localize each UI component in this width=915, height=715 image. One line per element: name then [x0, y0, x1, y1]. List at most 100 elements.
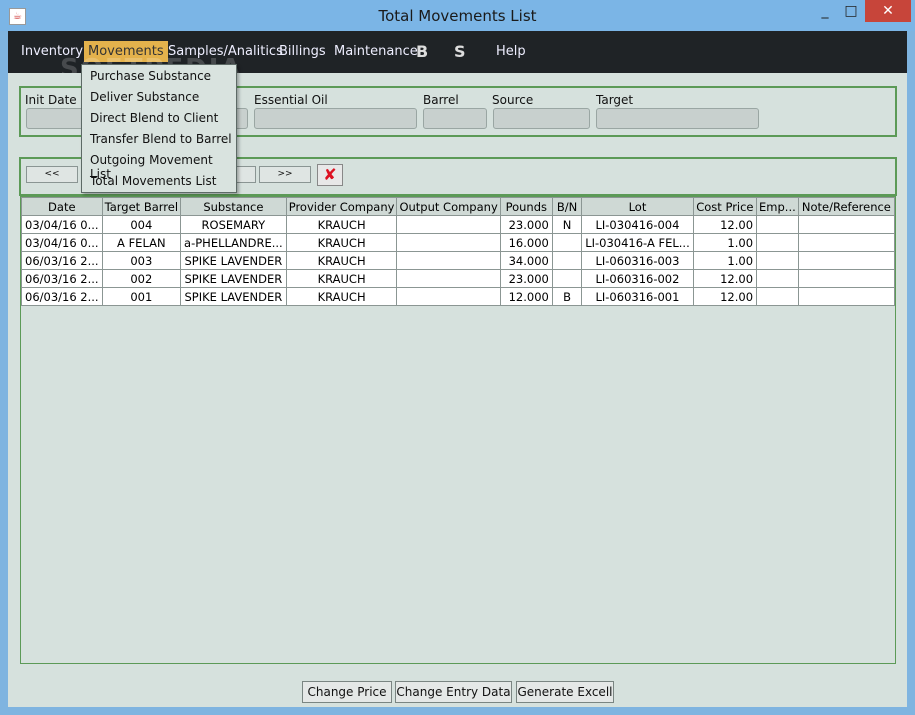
table-header-row: Date Target Barrel Substance Provider Co… [21, 197, 896, 216]
col-emp[interactable]: Emp... [756, 197, 799, 216]
cell-target-barrel[interactable]: 001 [101, 287, 182, 306]
close-button[interactable]: ✕ [865, 0, 911, 22]
cell-output[interactable] [396, 233, 501, 252]
cell-target-barrel[interactable]: 003 [101, 251, 182, 270]
cell-provider[interactable]: KRAUCH [285, 233, 398, 252]
cell-bn[interactable]: B [551, 287, 583, 306]
menu-help[interactable]: Help [496, 44, 526, 59]
cell-lot[interactable]: LI-030416-A FEL... [581, 233, 694, 252]
menu-item-transfer-blend[interactable]: Transfer Blend to Barrel [90, 132, 232, 146]
cell-emp[interactable] [756, 215, 799, 234]
menu-billings[interactable]: Billings [279, 44, 326, 59]
cell-provider[interactable]: KRAUCH [285, 269, 398, 288]
cell-output[interactable] [396, 287, 501, 306]
cell-provider[interactable]: KRAUCH [285, 251, 398, 270]
cell-cost-price[interactable]: 12.00 [692, 215, 758, 234]
barrel-field[interactable] [423, 108, 487, 129]
cell-pounds[interactable]: 34.000 [499, 251, 553, 270]
cell-target-barrel[interactable]: A FELAN [101, 233, 182, 252]
cell-date[interactable]: 03/04/16 0... [21, 215, 103, 234]
cell-pounds[interactable]: 12.000 [499, 287, 553, 306]
cell-pounds[interactable]: 16.000 [499, 233, 553, 252]
cell-cost-price[interactable]: 1.00 [692, 233, 758, 252]
cell-provider[interactable]: KRAUCH [285, 287, 398, 306]
target-field[interactable] [596, 108, 759, 129]
col-substance[interactable]: Substance [180, 197, 287, 216]
maximize-button[interactable]: □ [838, 0, 864, 22]
cell-cost-price[interactable]: 12.00 [692, 287, 758, 306]
cell-pounds[interactable]: 23.000 [499, 215, 553, 234]
cell-output[interactable] [396, 215, 501, 234]
table-row[interactable]: 06/03/16 2... 001 SPIKE LAVENDER KRAUCH … [21, 287, 896, 306]
table-row[interactable]: 06/03/16 2... 003 SPIKE LAVENDER KRAUCH … [21, 251, 896, 270]
change-entry-data-button[interactable]: Change Entry Data [395, 681, 512, 703]
cell-emp[interactable] [756, 233, 799, 252]
cell-note[interactable] [797, 287, 896, 306]
col-target-barrel[interactable]: Target Barrel [101, 197, 182, 216]
cell-emp[interactable] [756, 287, 799, 306]
cell-bn[interactable]: N [551, 215, 583, 234]
menu-s-icon[interactable]: S [454, 42, 466, 61]
col-bn[interactable]: B/N [551, 197, 583, 216]
cell-lot[interactable]: LI-060316-002 [581, 269, 694, 288]
cell-emp[interactable] [756, 251, 799, 270]
cell-substance[interactable]: a-PHELLANDRE... [180, 233, 287, 252]
menu-maintenance[interactable]: Maintenance [334, 44, 418, 59]
next-button[interactable]: >> [259, 166, 311, 183]
cell-bn[interactable] [551, 269, 583, 288]
cell-note[interactable] [797, 269, 896, 288]
change-price-button[interactable]: Change Price [302, 681, 392, 703]
cell-substance[interactable]: SPIKE LAVENDER [180, 269, 287, 288]
cell-substance[interactable]: SPIKE LAVENDER [180, 287, 287, 306]
menu-b-icon[interactable]: B [416, 42, 428, 61]
col-cost-price[interactable]: Cost Price [692, 197, 758, 216]
cell-lot[interactable]: LI-060316-003 [581, 251, 694, 270]
minimize-button[interactable]: _ [812, 0, 838, 22]
cell-emp[interactable] [756, 269, 799, 288]
menu-item-total-movements[interactable]: Total Movements List [90, 174, 216, 188]
cell-pounds[interactable]: 23.000 [499, 269, 553, 288]
cell-substance[interactable]: ROSEMARY [180, 215, 287, 234]
table-row[interactable]: 06/03/16 2... 002 SPIKE LAVENDER KRAUCH … [21, 269, 896, 288]
col-output-company[interactable]: Output Company [396, 197, 501, 216]
delete-icon[interactable]: ✘ [317, 164, 343, 186]
menu-item-deliver-substance[interactable]: Deliver Substance [90, 90, 199, 104]
init-date-label: Init Date [25, 93, 77, 107]
title-bar: ☕ Total Movements List _ □ ✕ [0, 0, 915, 31]
window-title: Total Movements List [378, 7, 537, 25]
cell-date[interactable]: 03/04/16 0... [21, 233, 103, 252]
col-pounds[interactable]: Pounds [499, 197, 553, 216]
cell-output[interactable] [396, 251, 501, 270]
cell-target-barrel[interactable]: 004 [101, 215, 182, 234]
menu-item-purchase-substance[interactable]: Purchase Substance [90, 69, 211, 83]
cell-provider[interactable]: KRAUCH [285, 215, 398, 234]
cell-lot[interactable]: LI-060316-001 [581, 287, 694, 306]
cell-cost-price[interactable]: 1.00 [692, 251, 758, 270]
cell-output[interactable] [396, 269, 501, 288]
source-field[interactable] [493, 108, 590, 129]
cell-date[interactable]: 06/03/16 2... [21, 251, 103, 270]
cell-cost-price[interactable]: 12.00 [692, 269, 758, 288]
cell-bn[interactable] [551, 233, 583, 252]
col-provider-company[interactable]: Provider Company [285, 197, 398, 216]
table-row[interactable]: 03/04/16 0... 004 ROSEMARY KRAUCH 23.000… [21, 215, 896, 234]
menu-item-direct-blend[interactable]: Direct Blend to Client [90, 111, 218, 125]
prev-button[interactable]: << [26, 166, 78, 183]
movements-table[interactable]: Date Target Barrel Substance Provider Co… [20, 196, 896, 664]
cell-substance[interactable]: SPIKE LAVENDER [180, 251, 287, 270]
table-row[interactable]: 03/04/16 0... A FELAN a-PHELLANDRE... KR… [21, 233, 896, 252]
cell-note[interactable] [797, 251, 896, 270]
generate-excell-button[interactable]: Generate Excell [516, 681, 614, 703]
cell-bn[interactable] [551, 251, 583, 270]
cell-date[interactable]: 06/03/16 2... [21, 269, 103, 288]
cell-note[interactable] [797, 215, 896, 234]
cell-date[interactable]: 06/03/16 2... [21, 287, 103, 306]
cell-lot[interactable]: LI-030416-004 [581, 215, 694, 234]
col-note-reference[interactable]: Note/Reference [797, 197, 896, 216]
barrel-label: Barrel [423, 93, 459, 107]
cell-target-barrel[interactable]: 002 [101, 269, 182, 288]
cell-note[interactable] [797, 233, 896, 252]
essential-oil-field[interactable] [254, 108, 417, 129]
col-lot[interactable]: Lot [581, 197, 694, 216]
col-date[interactable]: Date [21, 197, 103, 216]
